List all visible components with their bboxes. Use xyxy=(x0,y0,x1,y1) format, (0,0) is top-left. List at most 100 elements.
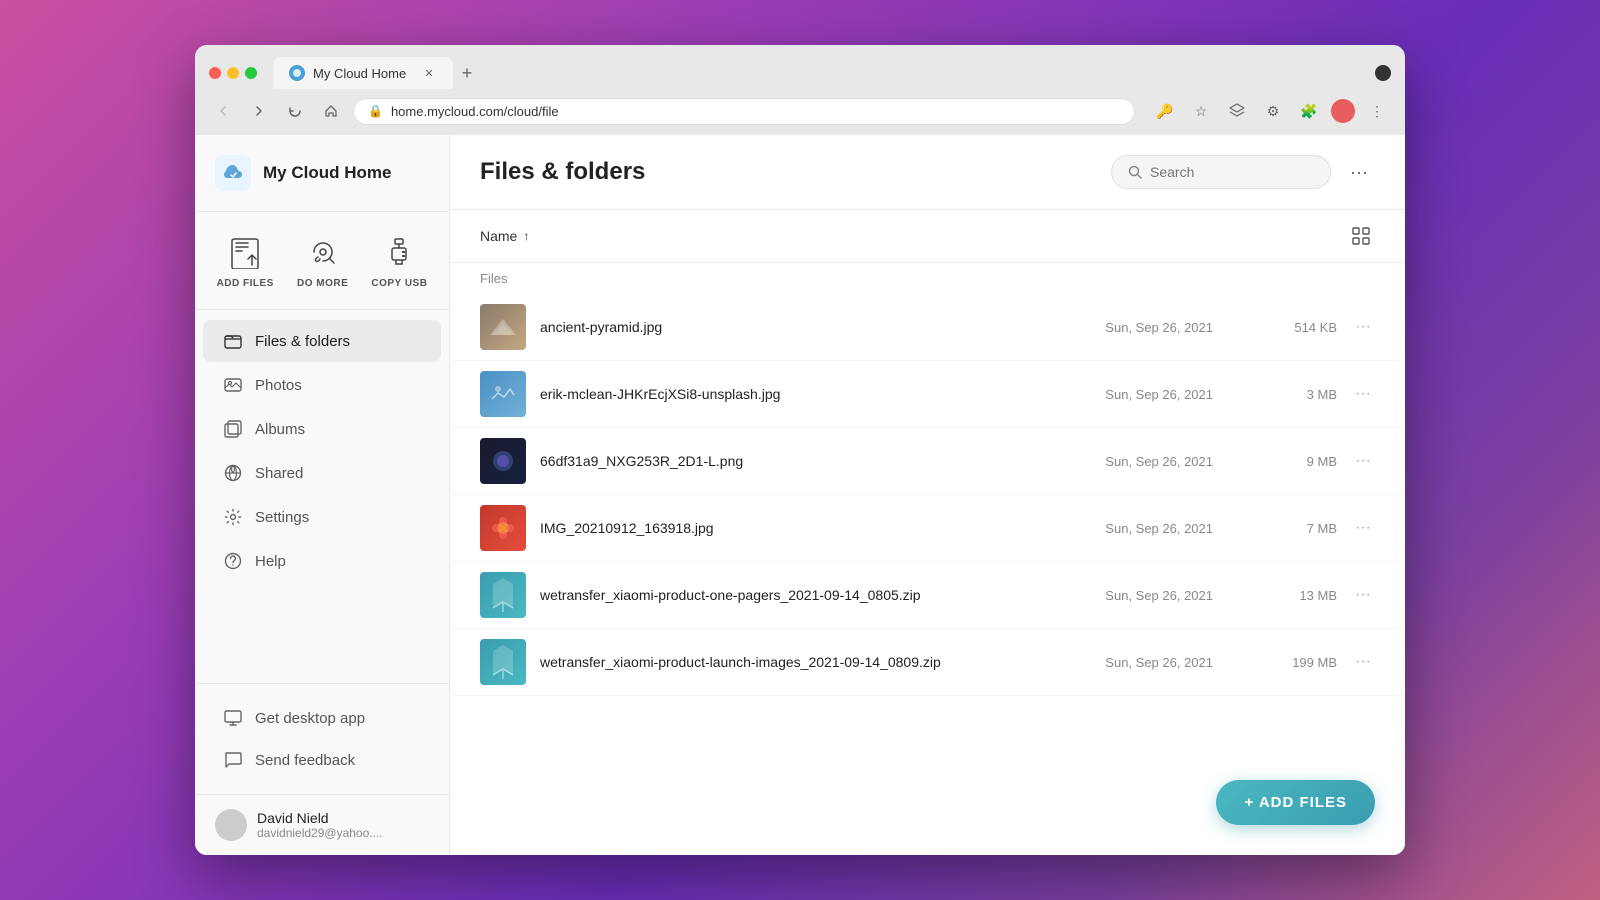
file-menu-button[interactable]: ··· xyxy=(1351,449,1375,473)
extension-icon[interactable]: 🧩 xyxy=(1295,97,1323,125)
file-name: wetransfer_xiaomi-product-one-pagers_202… xyxy=(540,587,1059,603)
file-date: Sun, Sep 26, 2021 xyxy=(1073,387,1213,402)
sidebar-feedback-item[interactable]: Send feedback xyxy=(203,740,441,780)
sidebar-do-more-action[interactable]: DO MORE xyxy=(297,232,348,289)
file-date: Sun, Sep 26, 2021 xyxy=(1073,454,1213,469)
profile-icon[interactable] xyxy=(1331,99,1355,123)
refresh-button[interactable] xyxy=(281,97,309,125)
sidebar-item-photos[interactable]: Photos xyxy=(203,364,441,406)
file-menu-button[interactable]: ··· xyxy=(1351,382,1375,406)
sidebar-desktop-app-item[interactable]: Get desktop app xyxy=(203,698,441,738)
file-size: 514 KB xyxy=(1267,320,1337,335)
file-thumbnail xyxy=(480,371,526,417)
sidebar-feedback-label: Send feedback xyxy=(255,752,355,769)
tab-title: My Cloud Home xyxy=(313,66,406,81)
main-content: Files & folders ··· xyxy=(450,135,1405,855)
search-bar[interactable] xyxy=(1111,155,1331,189)
grid-toggle-button[interactable] xyxy=(1347,222,1375,250)
star-icon[interactable]: ☆ xyxy=(1187,97,1215,125)
help-icon xyxy=(223,551,243,571)
sidebar-add-files-action[interactable]: ADD FILES xyxy=(217,232,274,289)
albums-icon xyxy=(223,419,243,439)
maximize-traffic-light[interactable] xyxy=(245,67,257,79)
active-tab[interactable]: My Cloud Home ✕ xyxy=(273,57,453,89)
add-files-fab-label: + ADD FILES xyxy=(1244,794,1347,811)
user-info: David Nield davidnield29@yahoo.... xyxy=(257,810,429,840)
file-list: ancient-pyramid.jpg Sun, Sep 26, 2021 51… xyxy=(450,294,1405,855)
table-row[interactable]: IMG_20210912_163918.jpg Sun, Sep 26, 202… xyxy=(450,495,1405,562)
back-button[interactable] xyxy=(209,97,237,125)
tab-close-button[interactable]: ✕ xyxy=(421,65,437,81)
search-input[interactable] xyxy=(1150,164,1314,180)
table-row[interactable]: erik-mclean-JHKrEcjXSi8-unsplash.jpg Sun… xyxy=(450,361,1405,428)
sort-label: Name xyxy=(480,228,517,244)
sidebar-bottom: Get desktop app Send feedback xyxy=(195,683,449,794)
settings-icon[interactable]: ⚙ xyxy=(1259,97,1287,125)
file-size: 9 MB xyxy=(1267,454,1337,469)
file-date: Sun, Sep 26, 2021 xyxy=(1073,320,1213,335)
page-title: Files & folders xyxy=(480,158,645,186)
sidebar-item-help[interactable]: Help xyxy=(203,540,441,582)
file-thumbnail xyxy=(480,572,526,618)
more-options-button[interactable]: ··· xyxy=(1343,156,1375,188)
sidebar-copy-usb-action[interactable]: COPY USB xyxy=(371,232,427,289)
files-folders-icon xyxy=(223,331,243,351)
files-section-label: Files xyxy=(450,263,1405,294)
user-name: David Nield xyxy=(257,810,429,826)
browser-chrome: My Cloud Home ✕ + xyxy=(195,45,1405,135)
menu-dots-icon[interactable]: ⋮ xyxy=(1363,97,1391,125)
address-bar: 🔒 home.mycloud.com/cloud/file 🔑 ☆ ⚙ 🧩 ⋮ xyxy=(195,89,1405,135)
file-name: wetransfer_xiaomi-product-launch-images_… xyxy=(540,654,1059,670)
file-menu-button[interactable]: ··· xyxy=(1351,315,1375,339)
file-thumbnail xyxy=(480,639,526,685)
do-more-icon xyxy=(303,232,343,272)
file-menu-button[interactable]: ··· xyxy=(1351,583,1375,607)
file-menu-button[interactable]: ··· xyxy=(1351,650,1375,674)
home-button[interactable] xyxy=(317,97,345,125)
settings-nav-icon xyxy=(223,507,243,527)
url-bar[interactable]: 🔒 home.mycloud.com/cloud/file xyxy=(353,98,1135,125)
new-tab-button[interactable]: + xyxy=(453,59,481,87)
key-icon[interactable]: 🔑 xyxy=(1151,97,1179,125)
layers-icon[interactable] xyxy=(1223,97,1251,125)
sort-by-name[interactable]: Name ↑ xyxy=(480,228,529,244)
desktop-app-icon xyxy=(223,708,243,728)
table-row[interactable]: wetransfer_xiaomi-product-one-pagers_202… xyxy=(450,562,1405,629)
add-files-fab-button[interactable]: + ADD FILES xyxy=(1216,780,1375,825)
user-email: davidnield29@yahoo.... xyxy=(257,826,429,840)
table-row[interactable]: wetransfer_xiaomi-product-launch-images_… xyxy=(450,629,1405,696)
sidebar-item-shared[interactable]: Shared xyxy=(203,452,441,494)
sidebar-item-settings-label: Settings xyxy=(255,509,309,526)
file-thumbnail xyxy=(480,438,526,484)
copy-usb-icon xyxy=(379,232,419,272)
file-date: Sun, Sep 26, 2021 xyxy=(1073,521,1213,536)
file-thumbnail xyxy=(480,505,526,551)
app-container: My Cloud Home ADD FILES xyxy=(195,135,1405,855)
table-row[interactable]: 66df31a9_NXG253R_2D1-L.png Sun, Sep 26, … xyxy=(450,428,1405,495)
sidebar-nav: Files & folders Photos xyxy=(195,310,449,683)
sidebar-desktop-app-label: Get desktop app xyxy=(255,710,365,727)
file-name: IMG_20210912_163918.jpg xyxy=(540,520,1059,536)
lock-icon: 🔒 xyxy=(368,104,383,118)
table-row[interactable]: ancient-pyramid.jpg Sun, Sep 26, 2021 51… xyxy=(450,294,1405,361)
file-date: Sun, Sep 26, 2021 xyxy=(1073,655,1213,670)
minimize-traffic-light[interactable] xyxy=(227,67,239,79)
sidebar-logo: My Cloud Home xyxy=(195,135,449,212)
file-size: 7 MB xyxy=(1267,521,1337,536)
sidebar-item-albums[interactable]: Albums xyxy=(203,408,441,450)
tab-bar: My Cloud Home ✕ + xyxy=(273,57,1367,89)
add-files-icon xyxy=(225,232,265,272)
main-wrapper: Files & folders ··· xyxy=(450,135,1405,855)
close-traffic-light[interactable] xyxy=(209,67,221,79)
forward-button[interactable] xyxy=(245,97,273,125)
file-menu-button[interactable]: ··· xyxy=(1351,516,1375,540)
user-section: David Nield davidnield29@yahoo.... xyxy=(195,794,449,855)
browser-record-button[interactable] xyxy=(1375,65,1391,81)
sidebar-item-albums-label: Albums xyxy=(255,421,305,438)
traffic-lights xyxy=(209,67,257,79)
sidebar-item-settings[interactable]: Settings xyxy=(203,496,441,538)
file-size: 13 MB xyxy=(1267,588,1337,603)
sidebar-item-files-folders[interactable]: Files & folders xyxy=(203,320,441,362)
tab-favicon xyxy=(289,65,305,81)
file-list-header: Name ↑ xyxy=(450,210,1405,263)
